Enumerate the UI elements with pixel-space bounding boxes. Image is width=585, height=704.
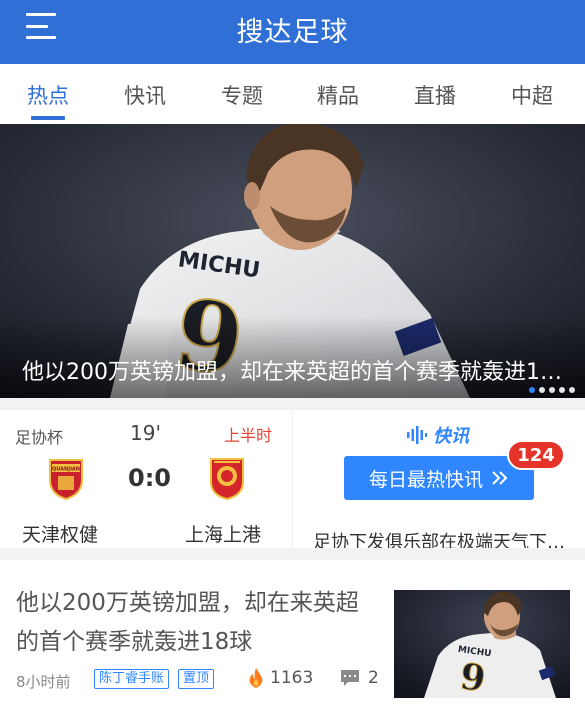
article-thumbnail-image: MICHU 9 (394, 590, 570, 698)
match-competition: 足协杯 (15, 428, 64, 447)
tab-news-flash[interactable]: 快讯 (115, 80, 175, 110)
tab-hot[interactable]: 热点 (18, 80, 78, 110)
unread-count-badge: 124 (507, 440, 565, 470)
carousel-dot[interactable] (549, 387, 555, 393)
hero-caption: 他以200万英镑加盟，却在来英超的首个赛季就轰进18球 (22, 360, 575, 385)
carousel-dot[interactable] (569, 387, 575, 393)
article-time: 8小时前 (16, 673, 71, 691)
tab-topics[interactable]: 专题 (212, 80, 272, 110)
article-views: 1163 (248, 668, 313, 688)
tab-live[interactable]: 直播 (405, 80, 465, 110)
news-flash-logo-label: 快讯 (433, 426, 469, 447)
news-flash-logo: 快讯 (407, 422, 469, 448)
soundwave-icon (407, 426, 427, 444)
carousel-dot[interactable] (539, 387, 545, 393)
category-tabs: 热点 快讯 专题 精品 直播 中超 (0, 64, 585, 124)
fire-icon (249, 668, 263, 688)
daily-hot-news-label: 每日最热快讯 (368, 468, 483, 491)
away-team-logo (210, 458, 244, 500)
article-meta: 8小时前 陈丁睿手账 置顶 1163 2 (16, 668, 386, 692)
hero-banner[interactable]: MICHU 9 他以200万英镑加盟，却在来英超的首个赛季就轰进18球 (0, 124, 585, 398)
daily-hot-news-button[interactable]: 每日最热快讯 (344, 456, 534, 500)
carousel-dot[interactable] (559, 387, 565, 393)
home-team-name: 天津权健 (22, 524, 99, 546)
comment-icon (341, 670, 359, 686)
app-title: 搜达足球 (236, 17, 349, 48)
away-team-name: 上海上港 (185, 524, 262, 546)
pinned-tag: 置顶 (178, 669, 215, 689)
app-header: 搜达足球 (0, 0, 585, 64)
home-team-logo: QUANJIAN (49, 459, 83, 500)
author-tag[interactable]: 陈丁睿手账 (94, 669, 170, 689)
match-score: 0:0 (128, 464, 171, 492)
article-thumbnail[interactable]: MICHU 9 (394, 590, 570, 698)
tab-featured[interactable]: 精品 (308, 80, 368, 110)
svg-text:QUANJIAN: QUANJIAN (52, 467, 80, 473)
active-tab-indicator (31, 116, 65, 120)
article-title[interactable]: 他以200万英镑加盟，却在来英超的首个赛季就轰进18球 (16, 584, 376, 662)
article-comments[interactable]: 2 (340, 668, 379, 688)
comments-count: 2 (368, 668, 379, 688)
live-section: 足协杯 19' 上半时 QUANJIAN 0:0 天津权健 上海上港 快讯 每日… (0, 398, 585, 553)
double-chevron-right-icon (492, 471, 508, 485)
match-minute: 19' (130, 421, 161, 445)
tab-csl[interactable]: 中超 (502, 80, 562, 110)
match-card[interactable]: 足协杯 19' 上半时 QUANJIAN 0:0 天津权健 上海上港 (0, 410, 292, 548)
carousel-dots (529, 387, 575, 393)
match-status: 上半时 (224, 426, 273, 445)
carousel-dot[interactable] (529, 387, 535, 393)
article-item[interactable]: 他以200万英镑加盟，却在来英超的首个赛季就轰进18球 8小时前 陈丁睿手账 置… (0, 548, 585, 704)
news-flash-card[interactable]: 快讯 每日最热快讯 124 足协下发俱乐部在极端天气下比赛的通知 (293, 410, 585, 553)
views-count: 1163 (270, 668, 314, 688)
